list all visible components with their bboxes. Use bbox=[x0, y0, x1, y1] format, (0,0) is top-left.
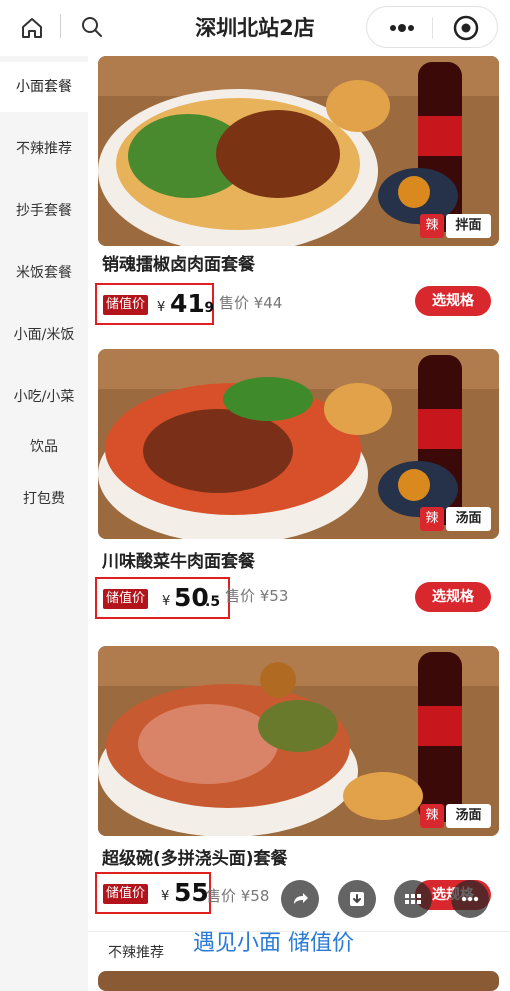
product-image[interactable]: 辣 汤面 bbox=[98, 646, 499, 836]
spicy-tag: 辣 bbox=[420, 804, 444, 828]
original-price: 售价 ¥58 bbox=[206, 887, 270, 905]
sidebar-item-non-spicy[interactable]: 不辣推荐 bbox=[0, 124, 88, 174]
stored-value-label: 储值价 bbox=[103, 884, 149, 904]
sidebar-item-noodle-rice[interactable]: 小面/米饭 bbox=[0, 310, 88, 360]
product-name: 川味酸菜牛肉面套餐 bbox=[102, 552, 255, 572]
noodle-type-tag: 汤面 bbox=[446, 507, 491, 531]
capsule-divider bbox=[432, 17, 433, 39]
share-icon bbox=[294, 893, 308, 904]
product-image[interactable] bbox=[98, 971, 499, 991]
select-spec-button[interactable]: 选规格 bbox=[415, 286, 491, 316]
stored-value-price-highlight: 储值价 ¥ 55 bbox=[95, 872, 211, 914]
sidebar-item-drinks[interactable]: 饮品 bbox=[0, 422, 88, 472]
spicy-tag: 辣 bbox=[420, 214, 444, 238]
mini-program-capsule bbox=[366, 6, 498, 48]
product-image[interactable]: 辣 拌面 bbox=[98, 56, 499, 246]
noodle-type-tag: 汤面 bbox=[446, 804, 491, 828]
grid-icon bbox=[405, 894, 421, 904]
stored-value-price: 55 bbox=[174, 878, 209, 907]
download-icon bbox=[350, 892, 364, 906]
section-header: 不辣推荐 bbox=[108, 945, 164, 961]
top-bar: 深圳北站2店 bbox=[0, 0, 510, 56]
grid-button[interactable] bbox=[394, 880, 432, 918]
sidebar-item-snacks[interactable]: 小吃/小菜 bbox=[0, 372, 88, 422]
home-icon[interactable] bbox=[18, 14, 46, 42]
more-button[interactable] bbox=[451, 880, 489, 918]
currency-symbol: ¥ bbox=[162, 594, 171, 609]
select-spec-button[interactable]: 选规格 bbox=[415, 582, 491, 612]
more-icon bbox=[461, 896, 479, 902]
download-button[interactable] bbox=[338, 880, 376, 918]
more-icon[interactable] bbox=[387, 19, 417, 37]
share-button[interactable] bbox=[281, 880, 319, 918]
overlay-caption: 遇见小面 储值价 bbox=[193, 931, 354, 956]
sidebar-item-noodle-set[interactable]: 小面套餐 bbox=[0, 62, 88, 112]
noodle-type-tag: 拌面 bbox=[446, 214, 491, 238]
sidebar-item-wonton-set[interactable]: 抄手套餐 bbox=[0, 186, 88, 236]
product-list: 辣 拌面 销魂擂椒卤肉面套餐 储值价 ¥ 41 .9 售价 ¥44 选规格 辣 … bbox=[88, 56, 510, 991]
product-name: 超级碗(多拼浇头面)套餐 bbox=[102, 849, 288, 869]
close-icon[interactable] bbox=[453, 15, 479, 41]
price-decimal: .5 bbox=[205, 594, 221, 610]
category-sidebar: 小面套餐 不辣推荐 抄手套餐 米饭套餐 小面/米饭 小吃/小菜 饮品 打包费 bbox=[0, 56, 88, 991]
app-screen: 深圳北站2店 小面套餐 不辣推荐 抄手套餐 米饭套餐 小面/米饭 小吃/小菜 饮… bbox=[0, 0, 510, 991]
price-decimal: .9 bbox=[199, 300, 215, 316]
stored-value-price-highlight: 储值价 ¥ 50 .5 bbox=[95, 577, 230, 619]
original-price: 售价 ¥53 bbox=[225, 587, 289, 605]
spicy-tag: 辣 bbox=[420, 507, 444, 531]
stored-value-label: 储值价 bbox=[103, 295, 149, 315]
search-icon[interactable] bbox=[78, 13, 106, 41]
stored-value-price: 50 bbox=[174, 583, 209, 612]
stored-value-price-highlight: 储值价 ¥ 41 .9 bbox=[95, 283, 214, 325]
header-divider bbox=[60, 14, 61, 38]
sidebar-item-rice-set[interactable]: 米饭套餐 bbox=[0, 248, 88, 298]
original-price: 售价 ¥44 bbox=[219, 294, 283, 312]
page-title: 深圳北站2店 bbox=[195, 16, 315, 40]
sidebar-item-packaging-fee[interactable]: 打包费 bbox=[0, 474, 88, 524]
currency-symbol: ¥ bbox=[161, 889, 170, 904]
stored-value-label: 储值价 bbox=[103, 589, 149, 609]
currency-symbol: ¥ bbox=[157, 300, 166, 315]
product-name: 销魂擂椒卤肉面套餐 bbox=[102, 255, 255, 275]
product-image[interactable]: 辣 汤面 bbox=[98, 349, 499, 539]
